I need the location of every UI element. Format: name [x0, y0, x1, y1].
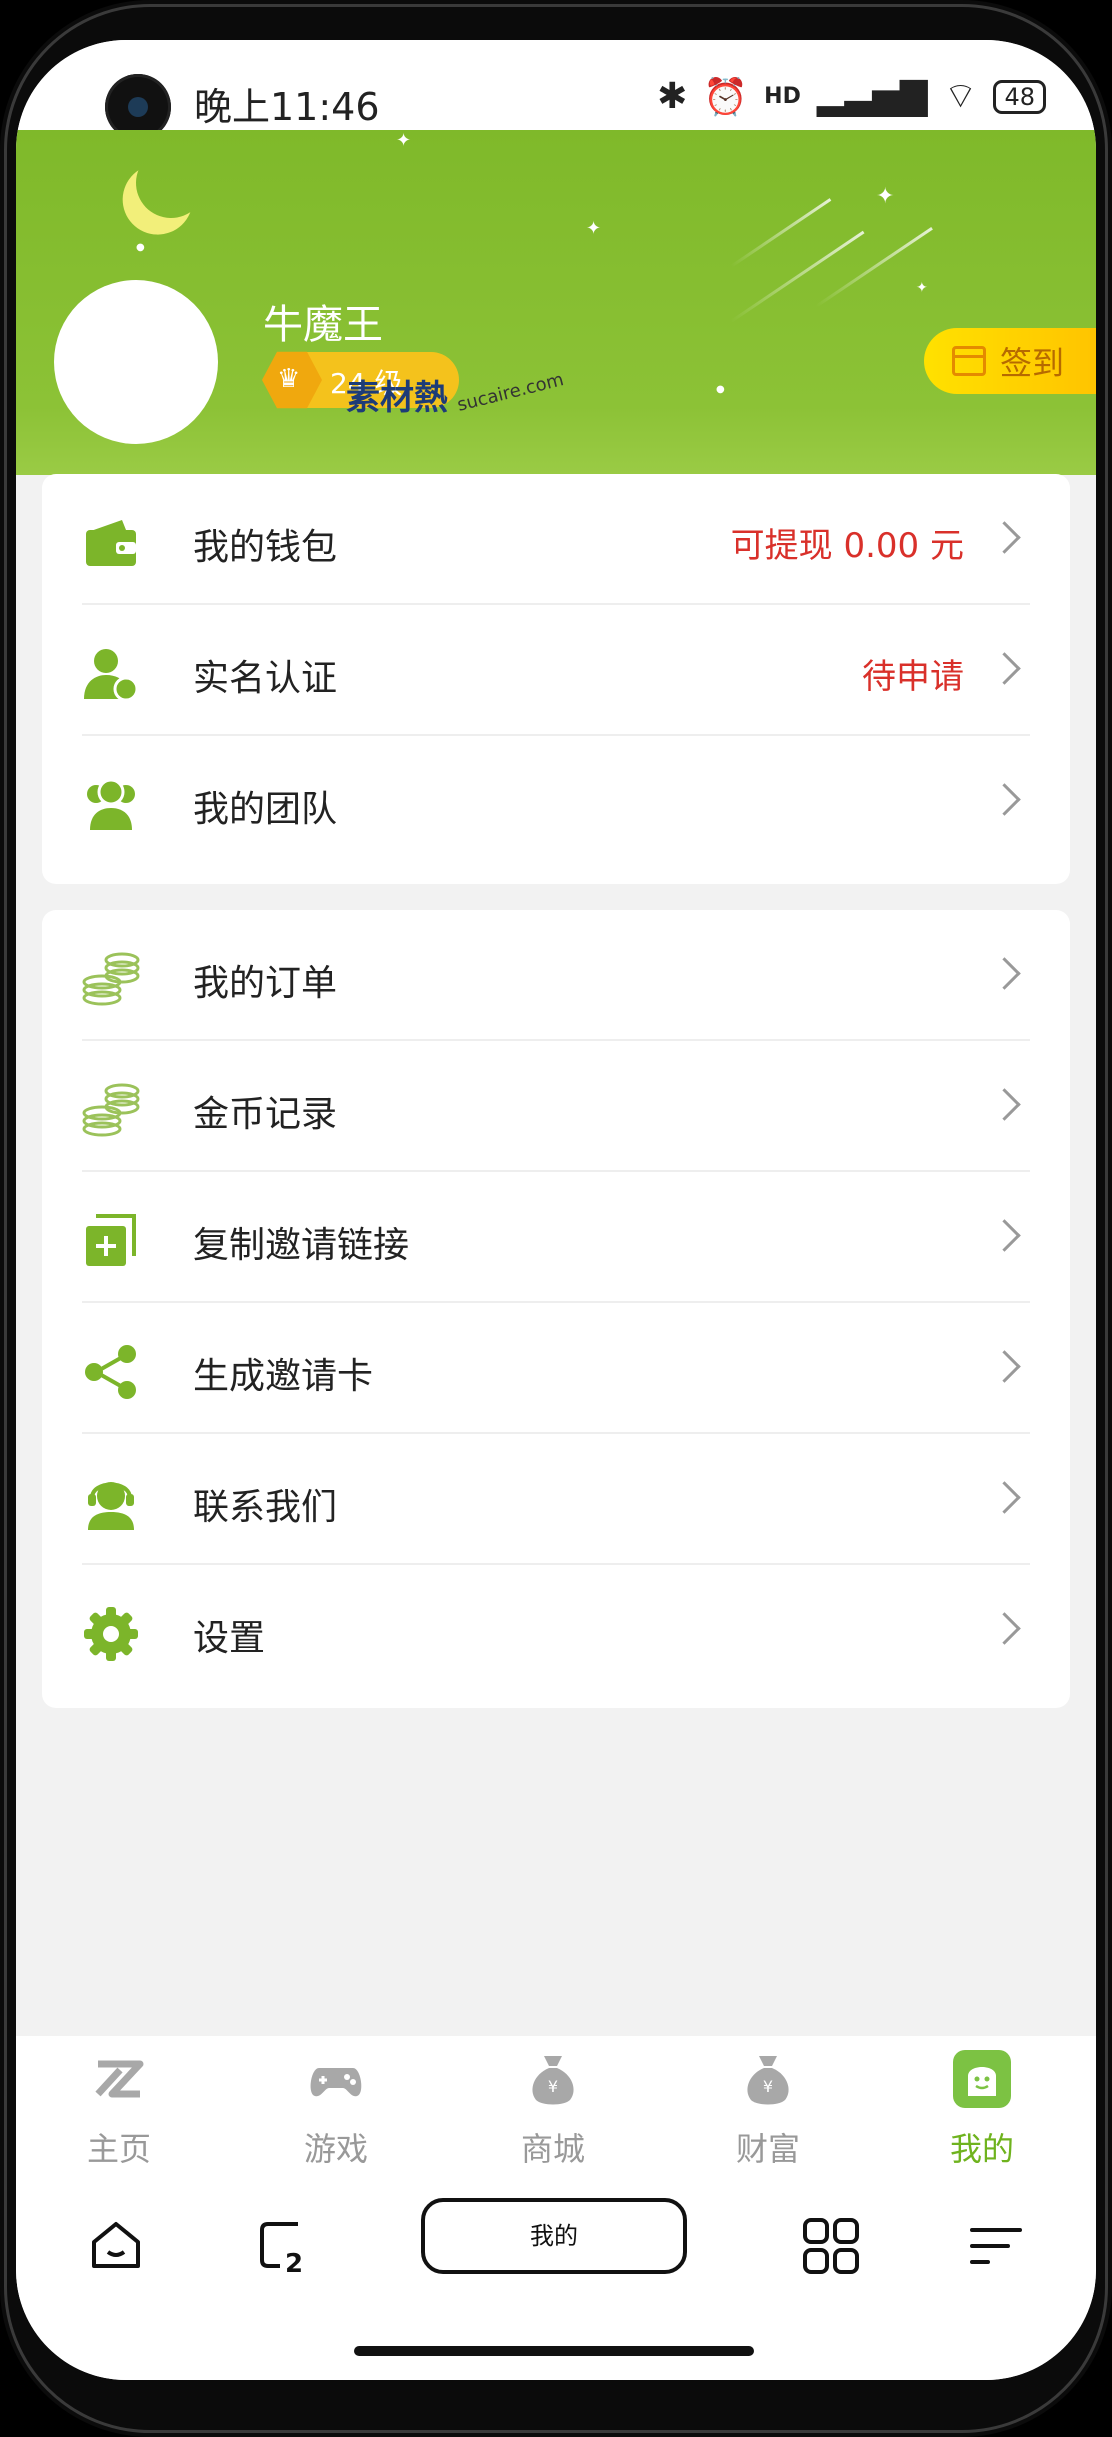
bottom-tab-bar: 主页 游戏 ¥ 商城 ¥ 财富 我的 — [16, 2036, 1096, 2180]
tab-wealth[interactable]: ¥ 财富 — [698, 2050, 838, 2170]
menu-item-coin-records[interactable]: 金币记录 — [82, 1041, 1030, 1172]
money-bag-icon: ¥ — [532, 2056, 574, 2105]
chevron-right-icon — [988, 783, 1021, 816]
menu-item-team[interactable]: 我的团队 — [82, 736, 1030, 865]
tab-label: 商城 — [520, 2130, 585, 2168]
menu-label: 我的订单 — [193, 963, 338, 1004]
star-icon: ✦ — [586, 218, 602, 239]
tab-label: 财富 — [735, 2130, 800, 2168]
alarm-icon: ⏰ — [703, 76, 749, 118]
tab-home[interactable]: 主页 — [49, 2050, 189, 2170]
chevron-right-icon — [988, 1612, 1021, 1645]
user-verify-icon — [84, 649, 139, 702]
svg-text:2: 2 — [285, 2249, 303, 2276]
tab-games[interactable]: 游戏 — [266, 2050, 406, 2170]
svg-text:¥: ¥ — [548, 2077, 558, 2096]
chevron-right-icon — [988, 1088, 1021, 1121]
wallet-icon — [86, 520, 136, 566]
current-app-pill[interactable]: 我的 — [421, 2198, 687, 2274]
menu-label: 金币记录 — [193, 1094, 338, 1135]
svg-text:¥: ¥ — [763, 2077, 773, 2096]
menu-item-contact-us[interactable]: 联系我们 — [82, 1434, 1030, 1565]
menu-lines-icon[interactable] — [966, 2216, 1026, 2276]
star-icon: ● — [716, 384, 725, 395]
tab-mine[interactable]: 我的 — [912, 2050, 1052, 2170]
menu-item-invite-card[interactable]: 生成邀请卡 — [82, 1303, 1030, 1434]
star-icon: ✦ — [876, 184, 895, 209]
functions-menu-card: 我的订单 金币记录 复制邀请链接 生成邀请卡 联系我们 设置 — [42, 910, 1070, 1708]
recent-apps-icon[interactable]: 2 — [254, 2216, 314, 2276]
chevron-right-icon — [988, 957, 1021, 990]
app-grid-icon[interactable] — [801, 2216, 861, 2276]
menu-item-copy-invite-link[interactable]: 复制邀请链接 — [82, 1172, 1030, 1303]
phone-frame: 晚上11:46 ✱ ⏰ HD ▂▃▅▇ ⌔ 48 ✦ ✦ ✦ ✦ ● ● 牛魔王 — [0, 0, 1112, 2437]
chevron-right-icon — [988, 521, 1021, 554]
username: 牛魔王 — [263, 302, 383, 348]
copy-add-icon — [86, 1214, 136, 1266]
system-nav-bar: 2 我的 — [16, 2180, 1096, 2380]
chevron-right-icon — [988, 1219, 1021, 1252]
home-nav-icon[interactable] — [86, 2216, 146, 2276]
star-icon: ✦ — [396, 130, 412, 151]
status-icons: ✱ ⏰ HD ▂▃▅▇ ⌔ 48 — [657, 74, 1046, 119]
wifi-icon: ⌔ — [943, 76, 978, 117]
crown-icon: ♛ — [262, 351, 322, 409]
tab-label: 主页 — [86, 2130, 151, 2168]
support-icon — [88, 1482, 134, 1530]
profile-face-icon — [953, 2050, 1011, 2108]
menu-label: 我的团队 — [193, 789, 338, 830]
chevron-right-icon — [988, 1350, 1021, 1383]
verify-status: 待申请 — [862, 657, 964, 697]
account-menu-card: 我的钱包 可提现 0.00 元 实名认证 待申请 我的团队 — [42, 474, 1070, 884]
watermark: 素材熱 sucaire.com — [346, 369, 566, 418]
shooting-star — [730, 198, 832, 268]
menu-label: 复制邀请链接 — [193, 1225, 410, 1266]
checkin-label: 签到 — [1000, 344, 1065, 382]
screen: 晚上11:46 ✱ ⏰ HD ▂▃▅▇ ⌔ 48 ✦ ✦ ✦ ✦ ● ● 牛魔王 — [16, 40, 1096, 2380]
gear-icon — [84, 1607, 138, 1661]
menu-label: 我的钱包 — [193, 527, 338, 568]
money-bag-icon: ¥ — [747, 2056, 789, 2105]
watermark-url: sucaire.com — [455, 369, 566, 416]
menu-item-settings[interactable]: 设置 — [82, 1565, 1030, 1694]
share-icon — [85, 1345, 136, 1399]
star-icon: ✦ — [916, 280, 928, 296]
coins-icon — [82, 952, 140, 1006]
calendar-icon — [952, 346, 986, 376]
tab-label: 游戏 — [303, 2130, 368, 2168]
menu-label: 生成邀请卡 — [193, 1356, 374, 1397]
profile-header: ✦ ✦ ✦ ✦ ● ● 牛魔王 ♛ 24 级 素材熱 sucaire.com 签… — [16, 130, 1096, 475]
moon-icon — [130, 142, 211, 223]
status-bar: 晚上11:46 ✱ ⏰ HD ▂▃▅▇ ⌔ 48 — [16, 40, 1096, 140]
home-indicator[interactable] — [354, 2346, 754, 2356]
menu-item-wallet[interactable]: 我的钱包 可提现 0.00 元 — [82, 474, 1030, 605]
chevron-right-icon — [988, 1481, 1021, 1514]
star-icon: ● — [136, 242, 145, 253]
menu-label: 设置 — [193, 1618, 266, 1659]
battery-icon: 48 — [993, 79, 1046, 114]
tab-label: 我的 — [949, 2130, 1014, 2168]
signal-icon: HD — [764, 84, 801, 109]
menu-label: 联系我们 — [193, 1487, 338, 1528]
team-icon — [87, 778, 135, 830]
checkin-button[interactable]: 签到 — [924, 328, 1096, 394]
chevron-right-icon — [988, 652, 1021, 685]
signal-bars-icon: ▂▃▅▇ — [816, 76, 928, 117]
shooting-star — [730, 230, 865, 323]
home-z-icon — [95, 2060, 144, 2098]
wallet-balance: 可提现 0.00 元 — [730, 526, 964, 566]
gamepad-icon — [310, 2068, 362, 2097]
menu-label: 实名认证 — [193, 658, 338, 699]
menu-item-verify[interactable]: 实名认证 待申请 — [82, 605, 1030, 736]
bluetooth-icon: ✱ — [657, 76, 688, 117]
status-time: 晚上11:46 — [194, 85, 380, 129]
tab-mall[interactable]: ¥ 商城 — [483, 2050, 623, 2170]
coins-icon — [82, 1083, 140, 1137]
avatar[interactable] — [54, 280, 218, 444]
menu-item-orders[interactable]: 我的订单 — [82, 910, 1030, 1041]
